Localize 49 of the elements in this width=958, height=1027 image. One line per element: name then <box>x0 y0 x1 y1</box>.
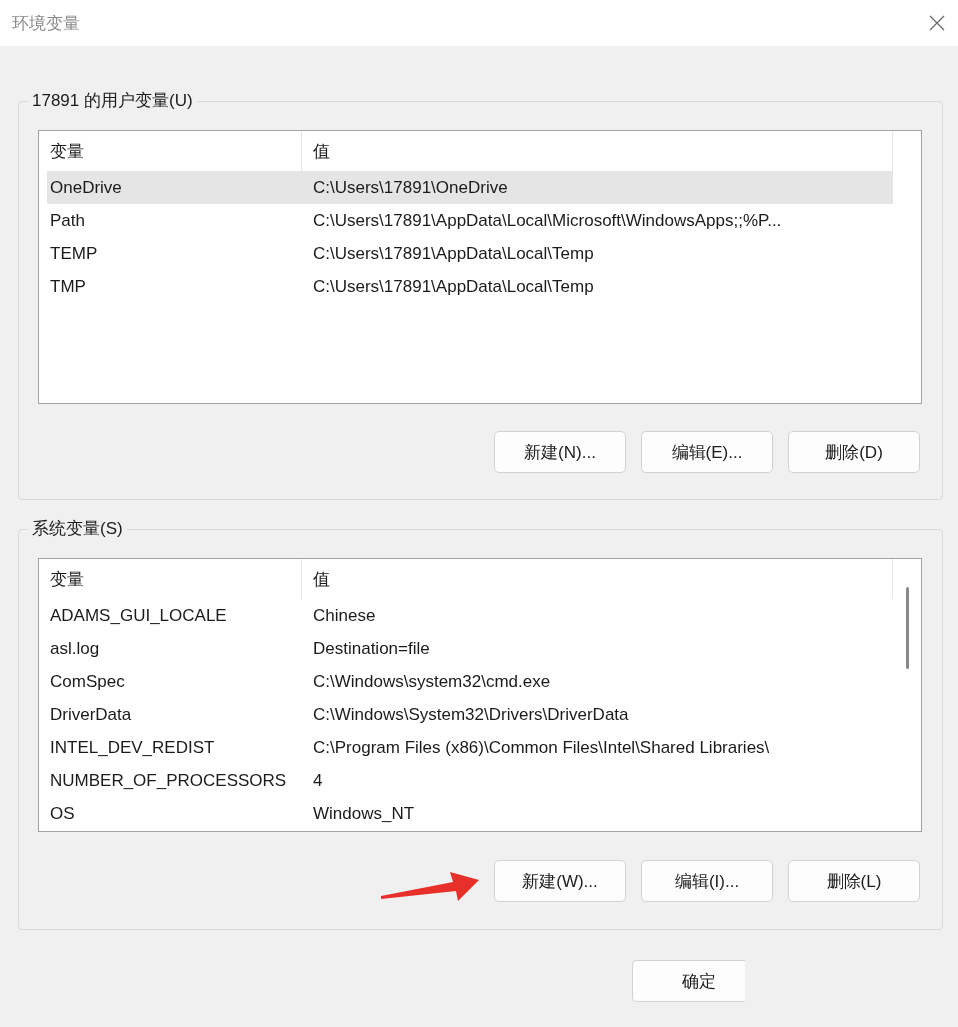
variable-row[interactable]: INTEL_DEV_REDIST C:\Program Files (x86)\Common Files\Intel\Shared Libraries\ <box>47 731 893 764</box>
variable-name: OS <box>49 803 75 824</box>
variable-name: OneDrive <box>49 177 122 198</box>
variable-row[interactable]: TMP C:\Users\17891\AppData\Local\Temp <box>47 270 893 303</box>
variable-row[interactable]: TEMP C:\Users\17891\AppData\Local\Temp <box>47 237 893 270</box>
edit-button[interactable]: 编辑(E)... <box>641 431 773 473</box>
variable-row[interactable]: NUMBER_OF_PROCESSORS 4 <box>47 764 893 797</box>
variable-value: C:\Users\17891\AppData\Local\Temp <box>312 243 594 264</box>
variable-row[interactable]: OneDrive C:\Users\17891\OneDrive <box>47 171 893 204</box>
variable-name: INTEL_DEV_REDIST <box>49 737 215 758</box>
variable-name: NUMBER_OF_PROCESSORS <box>49 770 287 791</box>
variable-name: asl.log <box>49 638 100 659</box>
variable-row[interactable]: DriverData C:\Windows\System32\Drivers\DriverData <box>47 698 893 731</box>
variable-row[interactable]: OS Windows_NT <box>47 797 893 830</box>
variable-value: C:\Windows\system32\cmd.exe <box>312 671 551 692</box>
delete-button[interactable]: 删除(D) <box>788 431 920 473</box>
variable-value: C:\Program Files (x86)\Common Files\Intel\Shared Libraries\ <box>312 737 770 758</box>
scrollbar-thumb[interactable] <box>906 587 909 669</box>
variable-value: 4 <box>312 770 323 791</box>
variable-name: Path <box>49 210 85 231</box>
variable-row[interactable]: Path C:\Users\17891\AppData\Local\Microsoft\WindowsApps;;%P... <box>47 204 893 237</box>
variable-row[interactable]: ADAMS_GUI_LOCALE Chinese <box>47 599 893 632</box>
variable-value: C:\Windows\System32\Drivers\DriverData <box>312 704 629 725</box>
ok-button[interactable]: 确定 <box>632 960 745 1002</box>
group-label: 17891 的用户变量(U) <box>31 90 194 112</box>
variable-value: C:\Users\17891\AppData\Local\Temp <box>312 276 594 297</box>
variable-value: C:\Users\17891\OneDrive <box>312 177 508 198</box>
variable-value: Windows_NT <box>312 803 415 824</box>
variable-name: TMP <box>49 276 86 297</box>
new-button[interactable]: 新建(W)... <box>494 860 626 902</box>
delete-button[interactable]: 删除(L) <box>788 860 920 902</box>
variable-name: DriverData <box>49 704 132 725</box>
variable-list[interactable]: 变量 值 OneDrive C:\Users\17891\OneDrive Path C:\Users\17891\AppData\Local\Microsoft\WindowsApps;;%P... TEMP C:\Users\17891\AppData\Local\Temp TMP C:\Users\17891\AppData\Local\Temp <box>38 130 922 404</box>
variable-row[interactable]: asl.log Destination=file <box>47 632 893 665</box>
variable-name: ADAMS_GUI_LOCALE <box>49 605 227 626</box>
variable-value: C:\Users\17891\AppData\Local\Microsoft\WindowsApps;;%P... <box>312 210 782 231</box>
new-button[interactable]: 新建(N)... <box>494 431 626 473</box>
column-header[interactable]: 值 <box>302 559 893 599</box>
variable-value: Chinese <box>312 605 376 626</box>
variable-name: TEMP <box>49 243 98 264</box>
window-title: 环境变量 <box>12 12 80 35</box>
variable-row[interactable]: ComSpec C:\Windows\system32\cmd.exe <box>47 665 893 698</box>
variable-value: Destination=file <box>312 638 430 659</box>
edit-button[interactable]: 编辑(I)... <box>641 860 773 902</box>
variable-list[interactable] <box>38 558 922 832</box>
group-label: 系统变量(S) <box>31 518 124 540</box>
close-icon[interactable] <box>929 15 945 31</box>
variable-name: ComSpec <box>49 671 125 692</box>
column-header[interactable]: 变量 <box>47 559 302 599</box>
